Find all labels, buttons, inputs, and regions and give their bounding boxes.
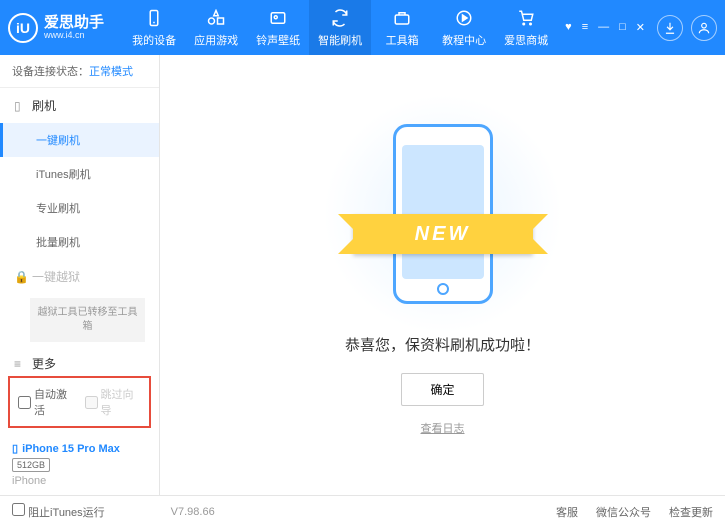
maximize-icon[interactable]: □ <box>619 21 626 34</box>
nav-toolbox[interactable]: 工具箱 <box>371 0 433 55</box>
group-flash[interactable]: ▯刷机 <box>0 88 159 123</box>
footer: 阻止iTunes运行 V7.98.66 客服 微信公众号 检查更新 <box>0 495 725 527</box>
more-icon: ≡ <box>14 357 26 371</box>
logo-icon: iU <box>8 13 38 43</box>
nav-apps[interactable]: 应用游戏 <box>185 0 247 55</box>
header-right: ♥ ≡ — □ ✕ <box>557 15 717 41</box>
footer-update[interactable]: 检查更新 <box>669 504 713 520</box>
view-log-link[interactable]: 查看日志 <box>421 420 465 436</box>
version-label: V7.98.66 <box>171 506 215 518</box>
phone-icon <box>144 8 164 28</box>
menu-icon[interactable]: ♥ <box>565 21 572 34</box>
main-content: NEW 恭喜您，保资料刷机成功啦！ 确定 查看日志 <box>160 55 725 495</box>
phone-small-icon: ▯ <box>14 99 26 113</box>
user-button[interactable] <box>691 15 717 41</box>
sidebar-item-oneclick-flash[interactable]: 一键刷机 <box>0 123 159 157</box>
app-url: www.i4.cn <box>44 30 104 40</box>
group-more[interactable]: ≡更多 <box>0 346 159 370</box>
refresh-icon <box>330 8 350 28</box>
sidebar-item-itunes-flash[interactable]: iTunes刷机 <box>0 157 159 191</box>
new-ribbon: NEW <box>353 214 533 254</box>
group-jailbreak: 🔒一键越狱 <box>0 259 159 294</box>
toolbox-icon <box>392 8 412 28</box>
device-name[interactable]: ▯iPhone 15 Pro Max <box>12 442 147 455</box>
app-header: iU 爱思助手 www.i4.cn 我的设备 应用游戏 铃声壁纸 智能刷机 工具… <box>0 0 725 55</box>
success-message: 恭喜您，保资料刷机成功啦！ <box>345 334 540 355</box>
logo-area: iU 爱思助手 www.i4.cn <box>8 13 123 43</box>
nav-store[interactable]: 爱思商城 <box>495 0 557 55</box>
block-itunes-checkbox[interactable]: 阻止iTunes运行 <box>12 503 105 520</box>
jailbreak-moved-note[interactable]: 越狱工具已转移至工具箱 <box>30 298 145 342</box>
play-icon <box>454 8 474 28</box>
lock-icon: 🔒 <box>14 270 26 284</box>
nav-tutorials[interactable]: 教程中心 <box>433 0 495 55</box>
sidebar: 设备连接状态：正常模式 ▯刷机 一键刷机 iTunes刷机 专业刷机 批量刷机 … <box>0 55 160 495</box>
close-icon[interactable]: ✕ <box>636 21 645 34</box>
app-name: 爱思助手 <box>44 15 104 30</box>
sidebar-item-pro-flash[interactable]: 专业刷机 <box>0 191 159 225</box>
ok-button[interactable]: 确定 <box>401 373 483 406</box>
nav-my-device[interactable]: 我的设备 <box>123 0 185 55</box>
device-status: 设备连接状态：正常模式 <box>0 55 159 88</box>
sidebar-item-batch-flash[interactable]: 批量刷机 <box>0 225 159 259</box>
image-icon <box>268 8 288 28</box>
minimize-icon[interactable]: — <box>598 21 609 34</box>
nav-flash[interactable]: 智能刷机 <box>309 0 371 55</box>
success-illustration: NEW <box>373 114 513 314</box>
footer-support[interactable]: 客服 <box>556 504 578 520</box>
download-button[interactable] <box>657 15 683 41</box>
apps-icon <box>206 8 226 28</box>
device-type: iPhone <box>12 475 147 487</box>
cart-icon <box>516 8 536 28</box>
top-nav: 我的设备 应用游戏 铃声壁纸 智能刷机 工具箱 教程中心 爱思商城 <box>123 0 557 55</box>
options-box: 自动激活 跳过向导 <box>8 376 151 428</box>
storage-badge: 512GB <box>12 458 50 472</box>
nav-ringtones[interactable]: 铃声壁纸 <box>247 0 309 55</box>
skip-guide-checkbox[interactable]: 跳过向导 <box>85 386 142 418</box>
device-info: ▯iPhone 15 Pro Max 512GB iPhone <box>0 434 159 495</box>
footer-wechat[interactable]: 微信公众号 <box>596 504 651 520</box>
list-icon[interactable]: ≡ <box>582 21 588 34</box>
device-icon: ▯ <box>12 442 18 455</box>
auto-activate-checkbox[interactable]: 自动激活 <box>18 386 75 418</box>
